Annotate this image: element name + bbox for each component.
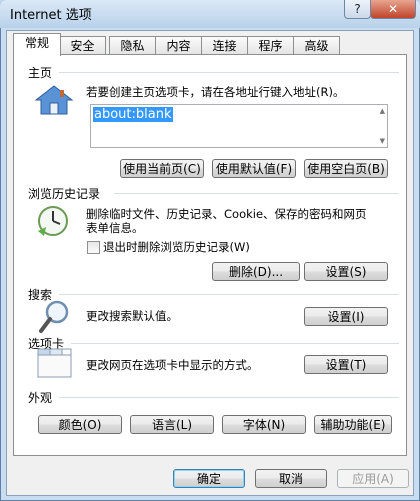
history-group-divider (114, 193, 399, 194)
use-current-button[interactable]: 使用当前页(C) (120, 159, 204, 178)
tabs-settings-button[interactable]: 设置(T) (304, 355, 388, 374)
tab-advanced[interactable]: 高级 (293, 36, 340, 55)
delete-on-exit-checkbox[interactable] (87, 241, 100, 254)
appearance-group-divider (59, 397, 399, 398)
history-description-line1: 删除临时文件、历史记录、Cookie、保存的密码和网页 (86, 207, 367, 221)
ok-button[interactable]: 确定 (173, 469, 245, 488)
history-settings-button[interactable]: 设置(S) (304, 262, 388, 281)
accessibility-button[interactable]: 辅助功能(E) (314, 415, 392, 434)
home-page-url-box[interactable]: about:blank ▲ ▼ (90, 104, 388, 148)
tab-security[interactable]: 安全 (59, 36, 106, 55)
search-group-divider (59, 294, 399, 295)
colors-button[interactable]: 颜色(O) (38, 415, 122, 434)
tab-connections[interactable]: 连接 (201, 36, 248, 55)
scroll-down-icon[interactable]: ▼ (380, 137, 385, 145)
history-group-title: 浏览历史记录 (28, 187, 101, 201)
help-button[interactable]: ? (344, 0, 371, 19)
home-page-url[interactable]: about:blank (93, 107, 173, 122)
delete-history-button[interactable]: 删除(D)... (212, 262, 300, 281)
title-bar[interactable]: Internet 选项 ? ✕ (0, 0, 420, 28)
tab-programs[interactable]: 程序 (247, 36, 294, 55)
history-description-line2: 表单信息。 (86, 221, 144, 235)
tabbed-window-icon (37, 348, 72, 378)
tabs-group-divider (71, 343, 399, 344)
history-clock-icon (38, 206, 68, 236)
cancel-button[interactable]: 取消 (255, 469, 327, 488)
languages-button[interactable]: 语言(L) (130, 415, 214, 434)
tab-general[interactable]: 常规 (13, 33, 61, 56)
home-group-title: 主页 (28, 66, 53, 80)
general-tab-panel: 主页 若要创建主页选项卡，请在各地址行键入地址(R)。 about:blank … (13, 54, 407, 456)
tabs-description: 更改网页在选项卡中显示的方式。 (86, 358, 259, 372)
dialog-client-area: 常规 安全 隐私 内容 连接 程序 高级 主页 若要创建主页选项卡，请在各地址行… (6, 30, 414, 496)
delete-on-exit-label[interactable]: 退出时删除浏览历史记录(W) (103, 240, 250, 254)
apply-button[interactable]: 应用(A) (337, 469, 409, 488)
search-magnifier-icon (39, 300, 69, 333)
search-description: 更改搜索默认值。 (86, 309, 178, 323)
home-description: 若要创建主页选项卡，请在各地址行键入地址(R)。 (86, 85, 345, 99)
home-group-divider (59, 72, 399, 73)
window-title: Internet 选项 (10, 8, 92, 23)
home-icon (34, 85, 74, 115)
tab-privacy[interactable]: 隐私 (109, 36, 156, 55)
close-button[interactable]: ✕ (370, 0, 416, 19)
tab-content[interactable]: 内容 (155, 36, 202, 55)
use-blank-button[interactable]: 使用空白页(B) (304, 159, 388, 178)
scroll-up-icon[interactable]: ▲ (380, 107, 385, 115)
search-settings-button[interactable]: 设置(I) (304, 307, 388, 326)
fonts-button[interactable]: 字体(N) (222, 415, 306, 434)
use-default-button[interactable]: 使用默认值(F) (212, 159, 296, 178)
appearance-group-title: 外观 (28, 391, 53, 405)
